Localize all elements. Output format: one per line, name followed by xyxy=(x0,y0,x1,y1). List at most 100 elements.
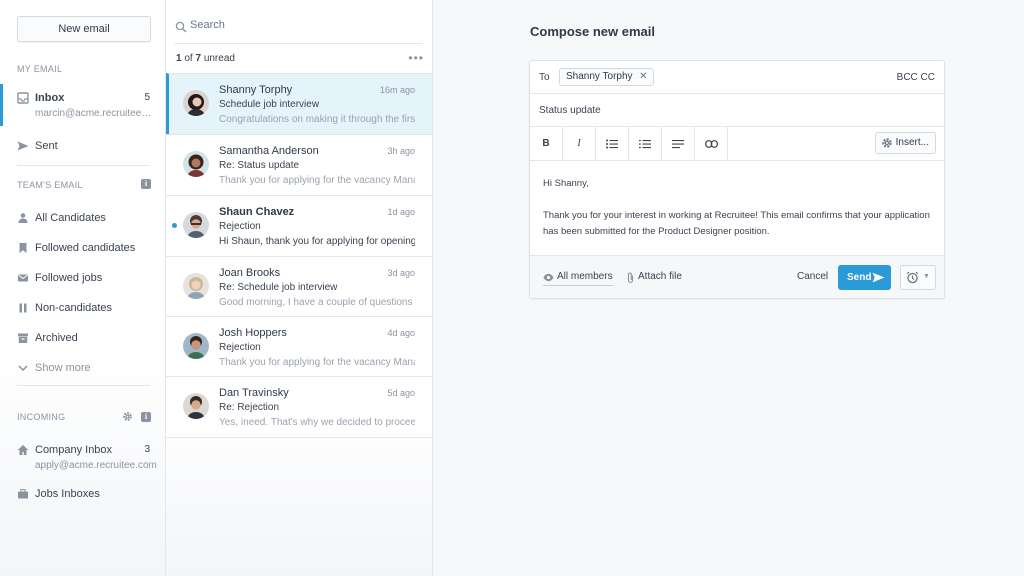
message-time: 4d ago xyxy=(387,328,415,338)
search-bar[interactable] xyxy=(174,16,423,44)
inbox-label: Inbox xyxy=(35,92,65,104)
message-preview: Congratulations on making it through the… xyxy=(219,114,415,125)
more-icon[interactable]: ••• xyxy=(408,51,424,65)
recipient-chip[interactable]: Shanny Torphy ✕ xyxy=(559,68,654,86)
sidebar-item-followed-jobs[interactable]: Followed jobs xyxy=(0,264,166,294)
body-greeting: Hi Shanny, xyxy=(543,178,589,189)
inbox-count: 5 xyxy=(144,92,150,103)
email-body[interactable]: Hi Shanny, Thank you for your interest i… xyxy=(543,176,938,256)
list-item[interactable]: Shanny Torphy 16m ago Schedule job inter… xyxy=(166,73,432,134)
subject-field[interactable]: Status update xyxy=(530,94,944,127)
to-label: To xyxy=(539,72,550,83)
all-candidates-label: All Candidates xyxy=(35,212,106,224)
to-row[interactable]: To Shanny Torphy ✕ BCC CC xyxy=(530,61,944,94)
sidebar-item-followed-candidates[interactable]: Followed candidates xyxy=(0,234,166,264)
schedule-send-button[interactable]: ▼ xyxy=(900,265,936,290)
insert-label: Insert... xyxy=(895,137,929,148)
sidebar-item-jobs-inboxes[interactable]: Jobs Inboxes xyxy=(0,480,166,510)
inbox-icon xyxy=(17,92,29,104)
person-icon xyxy=(17,212,29,224)
message-subject: Re: Rejection xyxy=(219,402,280,413)
unread-counter: 1 of 7 unread xyxy=(176,53,235,64)
avatar xyxy=(183,393,209,419)
briefcase-icon xyxy=(17,488,29,500)
sender-name: Samantha Anderson xyxy=(219,145,319,157)
list-item[interactable]: Dan Travinsky 5d ago Re: Rejection Yes, … xyxy=(166,376,432,437)
sidebar-item-sent[interactable]: Sent xyxy=(0,132,166,162)
sidebar-item-non-candidates[interactable]: Non-candidates xyxy=(0,294,166,324)
send-button[interactable]: Send xyxy=(838,265,891,290)
bold-button[interactable]: B xyxy=(530,127,563,160)
message-preview: Yes, ineed. That's why we decided to pro… xyxy=(219,417,415,428)
info-icon[interactable]: i xyxy=(141,179,151,189)
all-members-selector[interactable]: All members xyxy=(543,271,613,286)
sender-name: Shanny Torphy xyxy=(219,84,293,96)
subject-value: Status update xyxy=(539,105,601,116)
search-icon xyxy=(175,21,187,33)
sender-name: Josh Hoppers xyxy=(219,327,287,339)
alarm-clock-icon xyxy=(906,271,919,284)
list-item[interactable]: Samantha Anderson 3h ago Re: Status upda… xyxy=(166,134,432,195)
sidebar-item-company-inbox[interactable]: Company Inbox 3 apply@acme.recruitee.com xyxy=(0,436,166,471)
chevron-down-icon: ▼ xyxy=(923,273,930,280)
message-list: 1 of 7 unread ••• Shanny Torphy 16m ago … xyxy=(166,0,433,576)
body-paragraph: Thank you for your interest in working a… xyxy=(543,210,930,237)
sidebar-item-archived[interactable]: Archived xyxy=(0,324,166,354)
sidebar-item-inbox[interactable]: Inbox 5 marcin@acme.recruitee.c... xyxy=(0,84,166,126)
chevron-down-icon xyxy=(17,362,29,374)
align-button[interactable] xyxy=(662,127,695,160)
sidebar-item-all-candidates[interactable]: All Candidates xyxy=(0,204,166,234)
message-subject: Re: Schedule job interview xyxy=(219,282,338,293)
sidebar: New email MY EMAIL Inbox 5 marcin@acme.r… xyxy=(0,0,166,576)
compose-panel: To Shanny Torphy ✕ BCC CC Status update … xyxy=(529,60,945,299)
followed-jobs-label: Followed jobs xyxy=(35,272,103,284)
search-input[interactable] xyxy=(190,19,410,31)
sidebar-divider xyxy=(17,165,150,166)
sender-name: Dan Travinsky xyxy=(219,387,289,399)
list-divider xyxy=(166,437,432,438)
list-item[interactable]: Joan Brooks 3d ago Re: Schedule job inte… xyxy=(166,256,432,317)
unread-word: unread xyxy=(203,53,235,64)
show-more-label: Show more xyxy=(35,362,91,374)
avatar xyxy=(183,151,209,177)
close-icon[interactable]: ✕ xyxy=(639,69,647,85)
list-item[interactable]: Shaun Chavez 1d ago Rejection Hi Shaun, … xyxy=(166,195,432,256)
message-time: 3h ago xyxy=(387,146,415,156)
bullet-list-button[interactable] xyxy=(596,127,629,160)
cancel-button[interactable]: Cancel xyxy=(797,271,828,282)
my-email-section-label: MY EMAIL xyxy=(17,64,63,74)
send-label: Send xyxy=(847,272,872,283)
format-toolbar: B I Insert... xyxy=(530,127,944,161)
link-button[interactable] xyxy=(695,127,728,160)
info-icon[interactable]: i xyxy=(141,412,151,422)
sidebar-divider xyxy=(17,385,150,386)
gear-icon[interactable] xyxy=(122,411,133,422)
list-item[interactable]: Josh Hoppers 4d ago Rejection Thank you … xyxy=(166,316,432,377)
message-subject: Rejection xyxy=(219,342,261,353)
insert-button[interactable]: Insert... xyxy=(874,132,936,154)
recipient-name: Shanny Torphy xyxy=(566,71,633,82)
company-inbox-label: Company Inbox xyxy=(35,444,113,456)
send-icon xyxy=(872,271,885,284)
new-email-button[interactable]: New email xyxy=(17,16,151,42)
paperclip-icon xyxy=(626,272,637,284)
avatar xyxy=(183,212,209,238)
bcc-cc-toggle[interactable]: BCC CC xyxy=(897,72,935,83)
message-preview: Hi Shaun, thank you for applying for ope… xyxy=(219,236,415,247)
numbered-list-button[interactable] xyxy=(629,127,662,160)
message-time: 1d ago xyxy=(387,207,415,217)
gear-icon xyxy=(881,137,893,149)
non-candidates-label: Non-candidates xyxy=(35,302,113,314)
message-time: 5d ago xyxy=(387,388,415,398)
italic-button[interactable]: I xyxy=(563,127,596,160)
list-icon xyxy=(606,139,618,149)
message-preview: Good morning, I have a couple of questio… xyxy=(219,297,415,308)
eye-icon xyxy=(543,272,554,283)
sidebar-item-show-more[interactable]: Show more xyxy=(0,354,166,384)
teams-email-section-label: TEAM'S EMAIL xyxy=(17,180,83,190)
incoming-section-label: INCOMING xyxy=(17,412,66,422)
attach-file-label: Attach file xyxy=(638,271,682,282)
jobs-inboxes-label: Jobs Inboxes xyxy=(35,488,100,500)
home-icon xyxy=(17,444,29,456)
attach-file-button[interactable]: Attach file xyxy=(626,271,682,284)
